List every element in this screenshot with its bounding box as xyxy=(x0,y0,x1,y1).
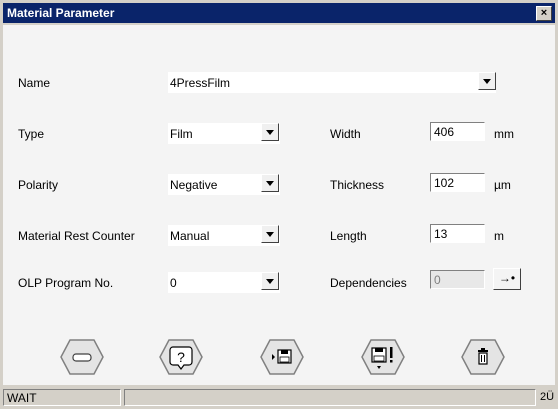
length-input[interactable]: 13 xyxy=(430,224,485,243)
window-title: Material Parameter xyxy=(7,6,115,20)
help-button[interactable]: ? xyxy=(159,339,203,375)
dependencies-label: Dependencies xyxy=(330,276,407,290)
save-warning-icon xyxy=(361,339,405,375)
name-dropdown-button[interactable] xyxy=(478,72,496,90)
save-icon xyxy=(260,339,304,375)
form-panel: Name 4PressFilm Type Film Polarity Negat… xyxy=(3,25,555,385)
thickness-input[interactable]: 102 xyxy=(430,173,485,192)
arrow-right-icon: →• xyxy=(498,271,516,285)
length-unit: m xyxy=(494,229,504,243)
polarity-dropdown-button[interactable] xyxy=(261,174,279,192)
rest-counter-value: Manual xyxy=(170,229,210,243)
rest-counter-dropdown-button[interactable] xyxy=(261,225,279,243)
polarity-value: Negative xyxy=(170,178,218,192)
thickness-label: Thickness xyxy=(330,178,385,192)
minus-button[interactable] xyxy=(60,339,104,375)
status-text: WAIT xyxy=(7,391,37,405)
width-label: Width xyxy=(330,127,361,141)
thickness-unit: µm xyxy=(494,178,511,192)
delete-button[interactable] xyxy=(461,339,505,375)
rest-counter-label: Material Rest Counter xyxy=(18,229,135,243)
save-warning-button[interactable] xyxy=(361,339,405,375)
status-corner: 2Ü xyxy=(540,391,555,403)
status-wait: WAIT xyxy=(3,389,121,406)
olp-dropdown-button[interactable] xyxy=(261,272,279,290)
close-button[interactable]: × xyxy=(536,6,552,21)
olp-label: OLP Program No. xyxy=(18,276,114,290)
length-label: Length xyxy=(330,229,367,243)
type-dropdown-button[interactable] xyxy=(261,123,279,141)
width-unit: mm xyxy=(494,127,514,141)
width-input[interactable]: 406 xyxy=(430,122,485,141)
help-icon: ? xyxy=(159,339,203,375)
polarity-label: Polarity xyxy=(18,178,59,192)
dependencies-input: 0 xyxy=(430,270,485,289)
svg-text:?: ? xyxy=(177,349,185,365)
name-label: Name xyxy=(18,76,51,90)
dependencies-button[interactable]: →• xyxy=(493,268,521,290)
minus-icon xyxy=(60,339,104,375)
material-parameter-window: Material Parameter × Name 4PressFilm Typ… xyxy=(0,0,558,409)
trash-icon xyxy=(461,339,505,375)
save-button[interactable] xyxy=(260,339,304,375)
title-bar: Material Parameter × xyxy=(3,3,555,23)
status-message xyxy=(124,389,536,406)
dependencies-value: 0 xyxy=(434,273,441,287)
length-value: 13 xyxy=(434,227,448,241)
width-value: 406 xyxy=(434,125,455,139)
name-value: 4PressFilm xyxy=(170,76,231,90)
type-value: Film xyxy=(170,127,193,141)
type-label: Type xyxy=(18,127,45,141)
olp-value: 0 xyxy=(170,276,177,290)
thickness-value: 102 xyxy=(434,176,455,190)
name-combobox[interactable]: 4PressFilm xyxy=(168,72,496,93)
